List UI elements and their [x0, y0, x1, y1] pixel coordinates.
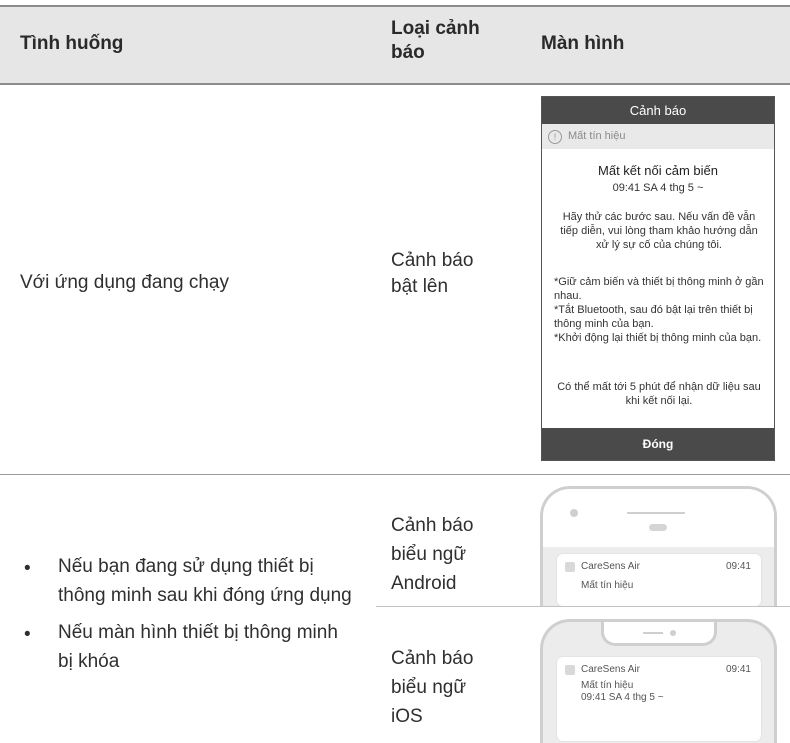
warning-circle-icon: !	[548, 130, 562, 144]
alert-type-popup: Cảnh báo bật lên	[391, 250, 474, 297]
speaker-line	[627, 512, 685, 514]
table-header-rule	[0, 83, 790, 85]
situation-app-running: Với ứng dụng đang chạy	[20, 272, 229, 293]
ios-notification: CareSens Air 09:41 Mất tín hiệu 09:41 SA…	[557, 657, 761, 741]
ios-speaker-line	[643, 632, 663, 634]
ios-message: Mất tín hiệu	[581, 680, 634, 691]
ios-app-name: CareSens Air	[581, 664, 640, 675]
ios-time: 09:41	[725, 664, 751, 675]
ios-subline: 09:41 SA 4 thg 5 ~	[581, 692, 664, 703]
situation-screen-locked: Nếu màn hình thiết bị thông minh bị khóa	[58, 622, 338, 672]
android-notification: CareSens Air 09:41 Mất tín hiệu	[557, 554, 761, 606]
alert-type-android-banner: Cảnh báo biểu ngữ Android	[391, 515, 474, 594]
alert-type-ios-banner: Cảnh báo biểu ngữ iOS	[391, 648, 474, 727]
popup-title: Mất kết nối cảm biến	[598, 163, 718, 178]
header-situation: Tình huống	[20, 33, 124, 54]
ios-notch	[601, 622, 717, 646]
android-app-name: CareSens Air	[581, 561, 640, 572]
app-icon	[565, 665, 575, 675]
header-alert-type: Loại cảnh báo	[391, 18, 480, 63]
android-time: 09:41	[725, 561, 751, 572]
bullet-1: •	[24, 558, 31, 579]
popup-header: Cảnh báo	[542, 97, 774, 124]
popup-paragraph-3: Có thể mất tới 5 phút để nhận dữ liệu sa…	[557, 381, 761, 407]
popup-alert-mock: Cảnh báo ! Mất tín hiệu Mất kết nối cảm …	[541, 96, 775, 461]
popup-subheader-text: Mất tín hiệu	[568, 130, 626, 142]
popup-subheader: ! Mất tín hiệu	[542, 124, 774, 149]
popup-paragraph-2: *Giữ cảm biến và thiết bị thông minh ở g…	[554, 276, 764, 344]
popup-paragraph-1: Hãy thử các bước sau. Nếu vấn đề vẫn tiế…	[560, 211, 758, 251]
popup-close-button[interactable]: Đóng	[542, 428, 774, 460]
ios-phone-mock: CareSens Air 09:41 Mất tín hiệu 09:41 SA…	[540, 619, 777, 743]
popup-time: 09:41 SA 4 thg 5 ~	[612, 182, 704, 194]
header-screen: Màn hình	[541, 33, 625, 54]
ios-camera-dot	[670, 630, 676, 636]
situation-app-closed: Nếu bạn đang sử dụng thiết bị thông minh…	[58, 556, 352, 606]
row-divider	[0, 474, 790, 475]
camera-dot	[570, 509, 578, 517]
subrow-divider	[376, 606, 790, 607]
notch-pill	[649, 524, 667, 531]
android-phone-mock: CareSens Air 09:41 Mất tín hiệu	[540, 486, 777, 606]
app-icon	[565, 562, 575, 572]
bullet-2: •	[24, 624, 31, 645]
android-message: Mất tín hiệu	[581, 580, 634, 591]
